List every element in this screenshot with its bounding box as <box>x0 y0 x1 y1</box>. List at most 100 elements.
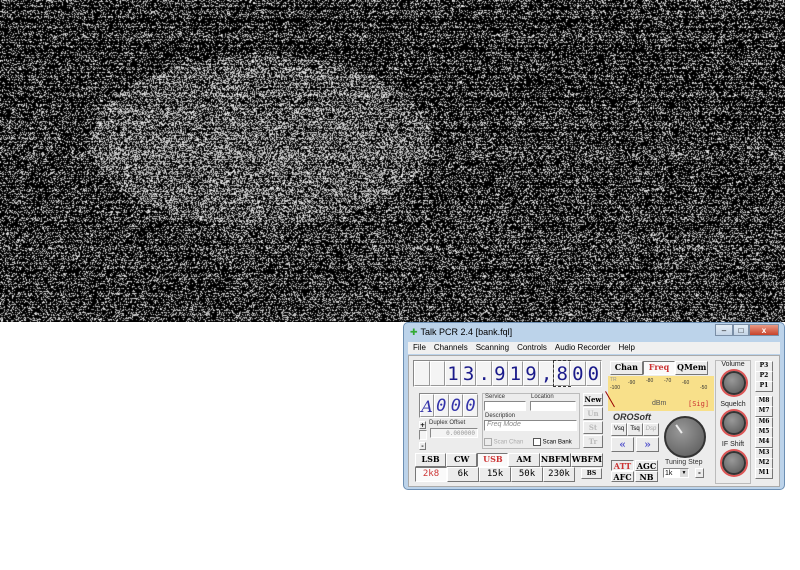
volume-knob[interactable] <box>722 371 746 395</box>
side-button-st[interactable]: St <box>583 421 603 434</box>
tune-down-button[interactable]: « <box>611 437 634 452</box>
location-input[interactable] <box>530 401 576 411</box>
tuning-step-minus[interactable]: - <box>695 468 704 478</box>
frequency-digit[interactable]: . <box>476 361 492 386</box>
filter-2k8[interactable]: 2k8 <box>415 467 447 482</box>
frequency-display[interactable]: 13.919,800 <box>413 360 602 387</box>
duplex-plus-button[interactable]: + <box>419 421 426 429</box>
signal-meter: TR dBm [Sig] -100 -90 -80 -70 -60 -50 <box>608 376 714 411</box>
scan-chan-checkbox[interactable] <box>484 438 492 446</box>
meter-sig-label: [Sig] <box>688 400 709 408</box>
memory-m1[interactable]: M1 <box>755 468 773 479</box>
menu-channels[interactable]: Channels <box>434 343 468 352</box>
if-shift-label: IF Shift <box>716 441 750 448</box>
filter-230k[interactable]: 230k <box>543 467 575 482</box>
tuning-step-value: 1k <box>665 470 672 477</box>
title-text: Talk PCR 2.4 [bank.fql] <box>421 327 513 337</box>
tuning-step-select[interactable]: 1k ▼ <box>663 468 689 478</box>
mode-wbfm[interactable]: WBFM <box>571 453 603 467</box>
side-button-tr[interactable]: Tr <box>583 435 603 448</box>
meter-needle <box>605 391 615 407</box>
toggle-afc[interactable]: AFC <box>611 471 634 482</box>
channel-digit[interactable]: 0 <box>434 394 449 417</box>
channel-info: Service Location Description Freq Mode S… <box>482 393 580 449</box>
toggle-agc[interactable]: AGC <box>635 460 658 471</box>
mode-am[interactable]: AM <box>508 453 539 467</box>
volume-label: Volume <box>716 361 750 368</box>
meter-scale-label: -60 <box>682 380 689 386</box>
mode-lsb[interactable]: LSB <box>415 453 446 467</box>
channel-digit[interactable]: 0 <box>449 394 464 417</box>
menu-file[interactable]: File <box>413 343 426 352</box>
orosoft-logo: OROSoft <box>613 412 651 422</box>
menu-scanning[interactable]: Scanning <box>476 343 509 352</box>
meter-tr-label: TR <box>610 377 617 383</box>
squelch-knob[interactable] <box>722 411 746 435</box>
tab-qmem[interactable]: QMem <box>675 361 708 375</box>
frequency-digit[interactable]: 8 <box>554 361 570 386</box>
frequency-digit[interactable]: 3 <box>461 361 477 386</box>
frequency-digit[interactable]: , <box>539 361 555 386</box>
channel-digit[interactable]: 0 <box>463 394 478 417</box>
filter-15k[interactable]: 15k <box>479 467 511 482</box>
bs-button[interactable]: BS <box>581 468 602 479</box>
squelch-label: Squelch <box>716 401 750 408</box>
location-label: Location <box>531 394 554 400</box>
toggle-nb[interactable]: NB <box>635 471 658 482</box>
talkpcr-window: ✚ Talk PCR 2.4 [bank.fql] – □ x File Chann… <box>403 322 785 490</box>
frequency-digit[interactable]: 0 <box>586 361 602 386</box>
tuning-step-label: Tuning Step <box>665 459 703 466</box>
frequency-digit[interactable]: 0 <box>570 361 586 386</box>
filter-6k[interactable]: 6k <box>447 467 479 482</box>
frequency-digit[interactable]: 1 <box>508 361 524 386</box>
menu-bar: File Channels Scanning Controls Audio Record… <box>408 342 780 354</box>
knob-panel: Volume Squelch IF Shift <box>715 360 751 484</box>
side-button-un[interactable]: Un <box>583 407 603 420</box>
tab-freq[interactable]: Freq <box>643 361 676 375</box>
duplex-toggle[interactable] <box>419 430 427 440</box>
service-input[interactable] <box>484 401 526 411</box>
frequency-digit[interactable] <box>430 361 446 386</box>
menu-help[interactable]: Help <box>618 343 634 352</box>
toggle-att[interactable]: ATT <box>611 460 634 471</box>
menu-controls[interactable]: Controls <box>517 343 547 352</box>
frequency-digit[interactable]: 1 <box>445 361 461 386</box>
meter-unit: dBm <box>652 400 666 407</box>
bank-letter[interactable]: A <box>420 394 434 417</box>
preset-p1[interactable]: P1 <box>755 381 773 392</box>
side-button-new[interactable]: New <box>583 393 603 406</box>
scan-bank-checkbox[interactable] <box>533 438 541 446</box>
scan-bank-label: Scan Bank <box>543 440 572 446</box>
tuning-knob[interactable] <box>664 416 706 458</box>
mode-nbfm[interactable]: NBFM <box>540 453 571 467</box>
minimize-button[interactable]: – <box>715 324 733 336</box>
tab-chan[interactable]: Chan <box>610 361 643 375</box>
main-panel: 13.919,800 A000 Service Location Descrip… <box>408 355 780 487</box>
squelch-dsp[interactable]: Dsp <box>643 423 659 436</box>
filter-50k[interactable]: 50k <box>511 467 543 482</box>
description-input[interactable]: Freq Mode <box>484 420 577 431</box>
meter-scale-label: -70 <box>664 378 671 384</box>
service-label: Service <box>485 394 505 400</box>
frequency-digit[interactable]: 9 <box>523 361 539 386</box>
scan-chan-label: Scan Chan <box>494 440 524 446</box>
duplex-minus-button[interactable]: - <box>419 442 426 450</box>
mode-usb[interactable]: USB <box>477 453 508 467</box>
squelch-tsq[interactable]: Tsq <box>627 423 643 436</box>
description-label: Description <box>485 413 515 419</box>
menu-audio-recorder[interactable]: Audio Recorder <box>555 343 611 352</box>
maximize-button[interactable]: □ <box>733 324 749 336</box>
duplex-offset-input[interactable]: 0.000000 <box>430 428 478 438</box>
channel-display: A000 <box>419 393 478 418</box>
meter-scale-label: -80 <box>646 378 653 384</box>
frequency-digit[interactable] <box>414 361 430 386</box>
tune-up-button[interactable]: » <box>636 437 659 452</box>
app-icon: ✚ <box>410 327 418 338</box>
frequency-digit[interactable]: 9 <box>492 361 508 386</box>
mode-cw[interactable]: CW <box>446 453 477 467</box>
squelch-vsq[interactable]: Vsq <box>611 423 627 436</box>
chevron-down-icon: ▼ <box>680 469 688 477</box>
close-button[interactable]: x <box>749 324 779 336</box>
if-shift-knob[interactable] <box>722 451 746 475</box>
window-title: ✚ Talk PCR 2.4 [bank.fql] <box>410 327 512 338</box>
